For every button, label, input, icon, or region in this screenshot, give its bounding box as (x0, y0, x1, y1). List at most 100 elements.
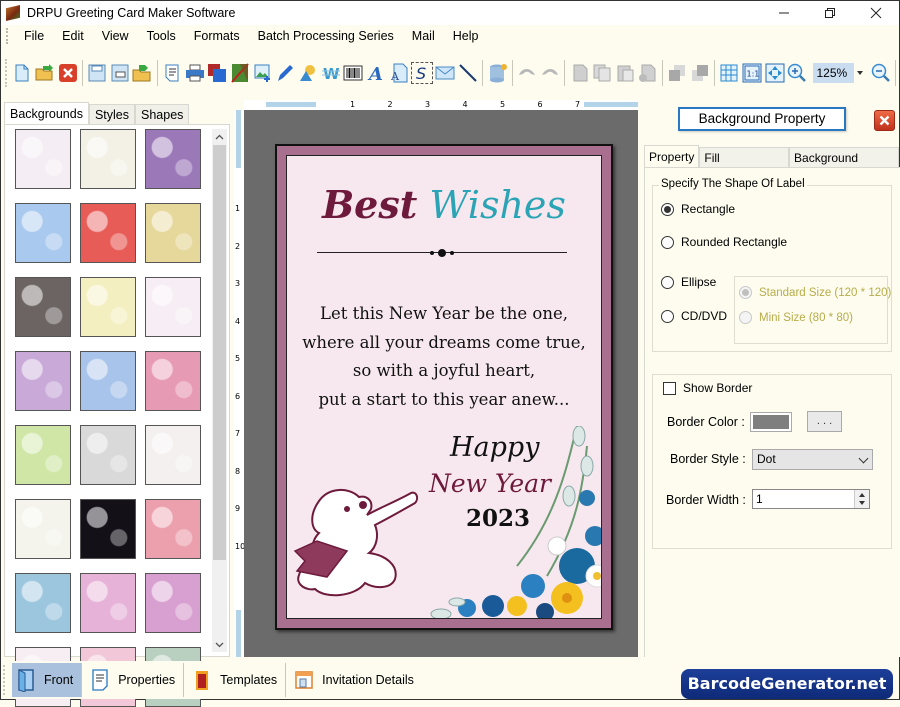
background-thumbnail-pink-poinsettia[interactable] (145, 573, 201, 633)
background-thumbnail-fireworks[interactable] (80, 499, 136, 559)
menu-formats[interactable]: Formats (185, 25, 249, 47)
tab-invitation-details[interactable]: Invitation Details (286, 663, 422, 697)
save-button[interactable] (87, 62, 108, 84)
background-thumbnail-pastel-flowers[interactable] (15, 351, 71, 411)
border-width-input[interactable]: 1 (752, 489, 870, 509)
radio-button[interactable] (661, 309, 674, 323)
background-thumbnail-dark-petals[interactable] (15, 277, 71, 337)
zoom-in-button[interactable] (787, 62, 808, 84)
watermark-button[interactable]: W (320, 62, 341, 84)
tab-background-effects[interactable]: Background Effects (789, 147, 899, 185)
shapes-button[interactable] (298, 62, 319, 84)
background-thumbnail-yellow-bunting[interactable] (80, 277, 136, 337)
print-preview-button[interactable] (162, 62, 183, 84)
background-thumbnail-blue-sky-clouds[interactable] (15, 203, 71, 263)
bring-front-button[interactable] (667, 62, 688, 84)
word-art-button[interactable]: A (388, 62, 409, 84)
cut-button[interactable] (569, 62, 590, 84)
zoom-out-button[interactable] (870, 62, 891, 84)
radio-button[interactable] (661, 202, 674, 216)
background-thumbnail-santa-pattern[interactable] (15, 573, 71, 633)
new-button[interactable] (12, 62, 33, 84)
scroll-up-button[interactable] (212, 129, 227, 144)
tab-styles[interactable]: Styles (88, 104, 136, 125)
tab-property[interactable]: Property (644, 145, 700, 167)
border-style-select[interactable]: Dot (752, 449, 873, 470)
background-button[interactable] (230, 62, 251, 84)
menu-tools[interactable]: Tools (138, 25, 185, 47)
spin-up-icon[interactable] (859, 493, 865, 497)
open-template-button[interactable] (132, 62, 153, 84)
background-thumbnail-purple-flowers[interactable] (145, 129, 201, 189)
menu-file[interactable]: File (15, 25, 53, 47)
background-thumbnail-blue-snowflakes[interactable] (80, 351, 136, 411)
fit-window-button[interactable] (764, 62, 785, 84)
tab-properties[interactable]: Properties (82, 663, 183, 697)
undo-button[interactable] (517, 62, 538, 84)
barcode-button[interactable] (343, 62, 364, 84)
copy-button[interactable] (592, 62, 613, 84)
background-thumbnail-kids-doodles[interactable] (145, 425, 201, 485)
radio-button[interactable] (661, 235, 674, 249)
flower-bouquet-illustration[interactable] (427, 426, 602, 619)
tab-shapes[interactable]: Shapes (135, 104, 190, 125)
shape-option-rectangle[interactable]: Rectangle (661, 202, 735, 216)
show-border-checkbox[interactable] (663, 381, 676, 395)
grid-button[interactable] (719, 62, 740, 84)
zoom-level-field[interactable]: 125% (812, 63, 855, 83)
tab-front[interactable]: Front (12, 663, 82, 697)
radio-button[interactable] (661, 275, 674, 289)
menu-edit[interactable]: Edit (53, 25, 93, 47)
restore-button[interactable] (807, 1, 853, 25)
paste-button[interactable] (614, 62, 635, 84)
send-back-button[interactable] (689, 62, 710, 84)
background-thumbnail-mandala-flowers[interactable] (145, 351, 201, 411)
background-thumbnail-green-trees[interactable] (15, 425, 71, 485)
menu-mail[interactable]: Mail (403, 25, 444, 47)
spin-down-icon[interactable] (859, 501, 865, 505)
actual-size-button[interactable]: 1:1 (742, 62, 763, 84)
color-picker-button[interactable]: . . . (807, 411, 842, 432)
zoom-dropdown-button[interactable] (854, 63, 865, 83)
menu-help[interactable]: Help (444, 25, 488, 47)
copy-design-button[interactable] (207, 62, 228, 84)
tab-backgrounds[interactable]: Backgrounds (4, 102, 89, 125)
background-thumbnail-autumn-leaves[interactable] (145, 203, 201, 263)
insert-image-button[interactable] (252, 62, 273, 84)
background-thumbnail-pink-bokeh[interactable] (80, 573, 136, 633)
background-thumbnail-gift-boxes[interactable] (145, 277, 201, 337)
thumbnail-scrollbar[interactable] (212, 129, 227, 652)
teddy-bear-illustration[interactable] (289, 481, 439, 611)
background-thumbnail-baby-doodles[interactable] (15, 129, 71, 189)
scrollbar-thumb[interactable] (213, 145, 226, 560)
close-window-button[interactable] (853, 1, 899, 25)
card-poem[interactable]: Let this New Year be the one, where all … (287, 300, 601, 414)
redo-button[interactable] (539, 62, 560, 84)
background-thumbnail-white-heart[interactable] (80, 425, 136, 485)
background-thumbnail-strawberries[interactable] (80, 203, 136, 263)
border-color-swatch[interactable] (750, 412, 792, 432)
shape-option-rounded-rectangle[interactable]: Rounded Rectangle (661, 235, 787, 249)
border-width-spinner[interactable] (854, 490, 869, 508)
mail-button[interactable] (435, 62, 456, 84)
symbol-button[interactable]: S (410, 62, 433, 84)
card-title[interactable]: Best Wishes (287, 182, 601, 227)
close-document-button[interactable] (57, 62, 78, 84)
signature-button[interactable] (275, 62, 296, 84)
close-panel-button[interactable] (874, 110, 895, 131)
text-button[interactable]: A (366, 62, 387, 84)
show-border-option[interactable]: Show Border (663, 381, 752, 395)
background-thumbnail-red-hearts[interactable] (145, 499, 201, 559)
menu-batch-processing[interactable]: Batch Processing Series (249, 25, 403, 47)
line-button[interactable] (458, 62, 479, 84)
delete-button[interactable] (637, 62, 658, 84)
greeting-card[interactable]: Best Wishes Let this New Year be the one… (275, 144, 613, 630)
minimize-button[interactable] (761, 1, 807, 25)
scroll-down-button[interactable] (212, 637, 227, 652)
background-thumbnail-baby-sketch[interactable] (80, 129, 136, 189)
tab-templates[interactable]: Templates (184, 663, 285, 697)
open-button[interactable] (35, 62, 56, 84)
tab-fill-background[interactable]: Fill Background (699, 147, 790, 185)
database-button[interactable] (487, 62, 508, 84)
save-as-button[interactable] (110, 62, 131, 84)
